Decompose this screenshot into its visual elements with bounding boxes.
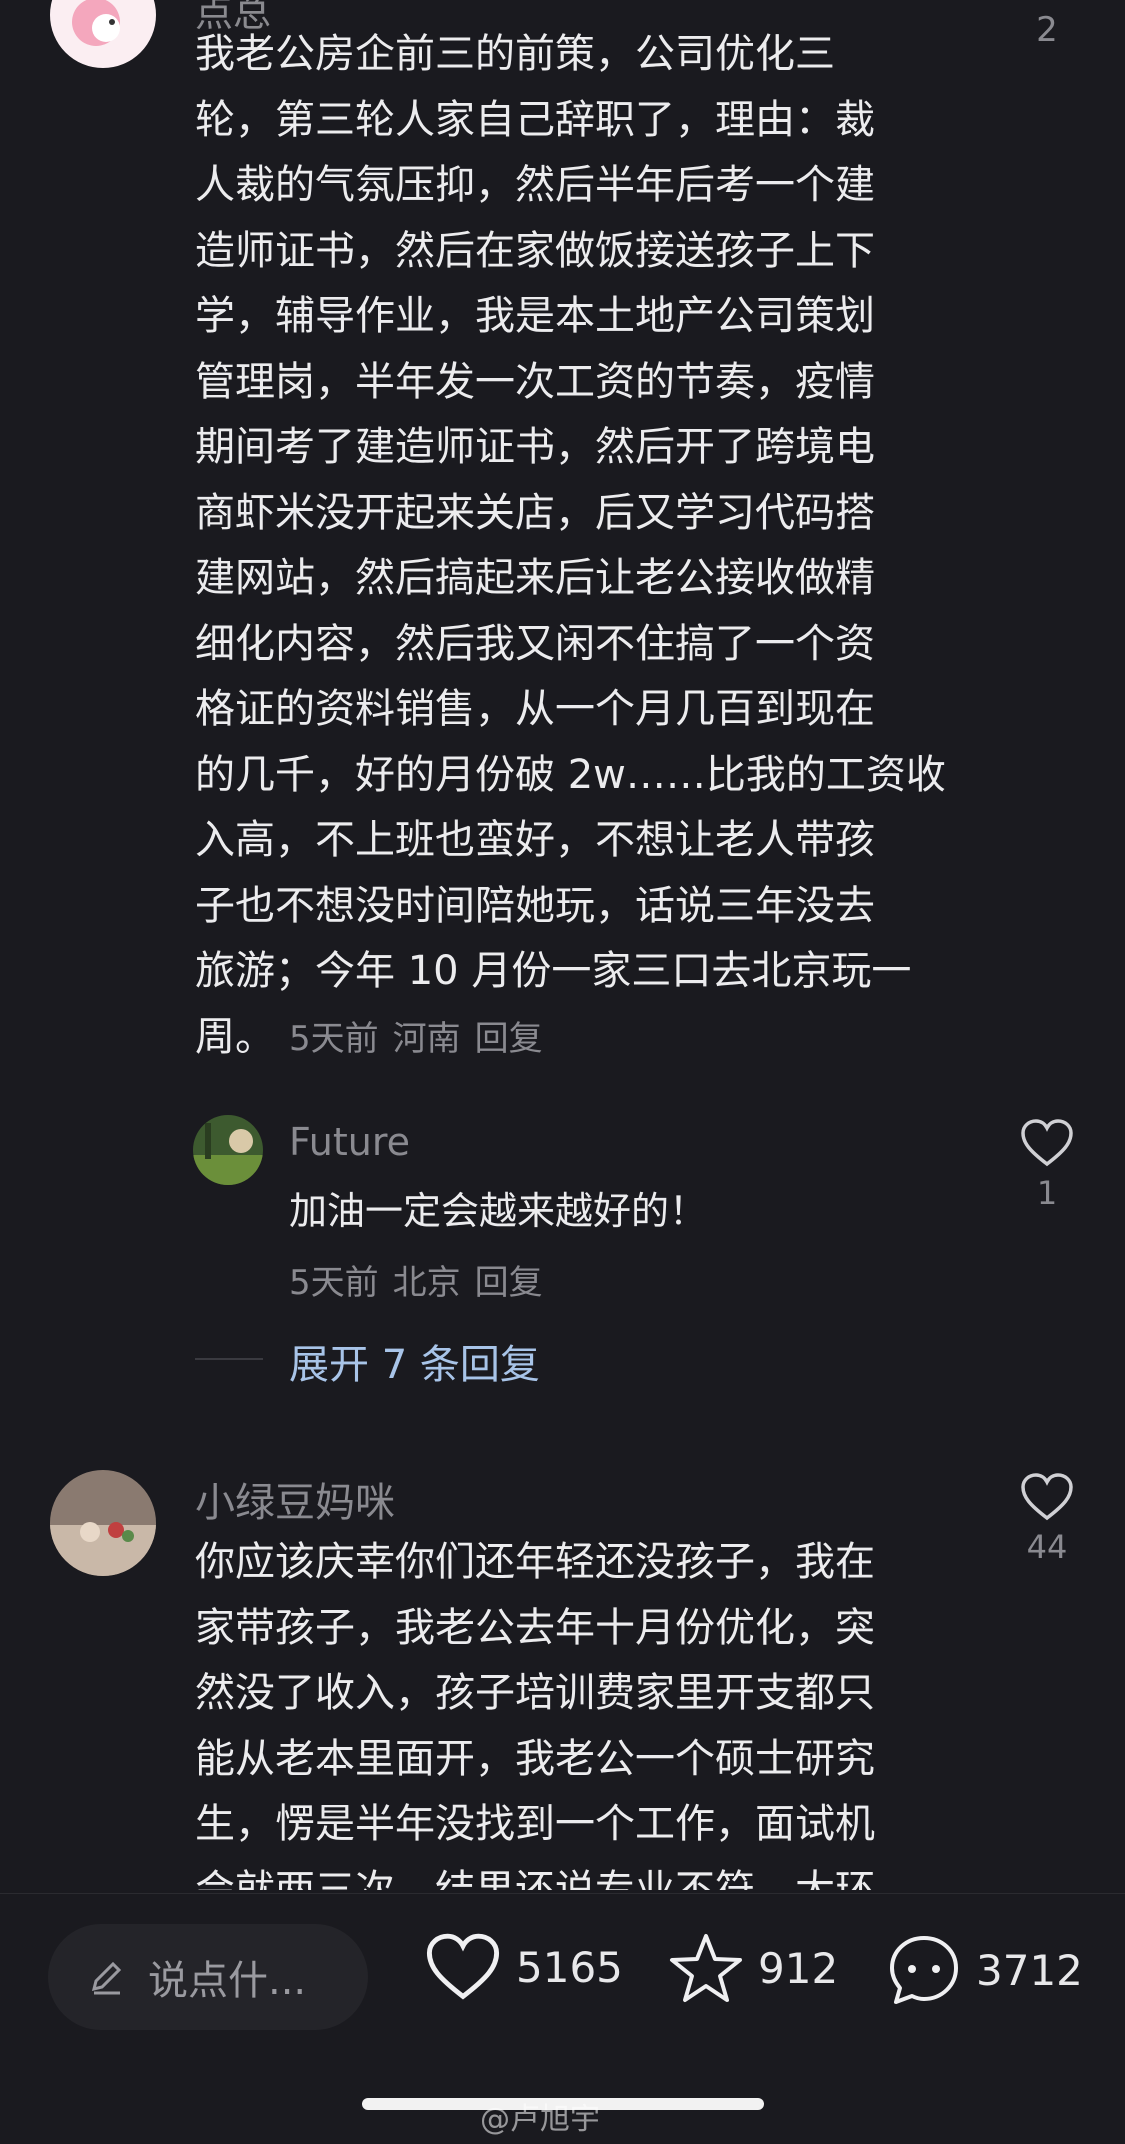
comment-2-line: 生，愣是半年没找到一个工作，面试机 — [195, 1801, 875, 1847]
comment-1-last-line: 周。 5天前 河南 回复 — [195, 1005, 975, 1073]
comment-1-line: 周。 — [195, 1013, 275, 1060]
comment-2-line: 能从老本里面开，我老公一个硕士研究 — [195, 1735, 875, 1782]
comment-2-line: 然没了收入，孩子培训费家里开支都只 — [195, 1670, 875, 1716]
comment-1-line: 人裁的气氛压抑，然后半年后考一个建 — [195, 162, 875, 208]
chevron-down-icon[interactable] — [1030, 0, 1064, 4]
comment-2-like-count: 44 — [1026, 1528, 1068, 1566]
expand-divider — [195, 1358, 263, 1360]
comment-2-line: 会就两三次，结果还说专业不符，大环 — [195, 1866, 875, 1891]
expand-replies-link[interactable]: 展开 7 条回复 — [289, 1332, 540, 1390]
favorite-button[interactable]: 912 — [668, 1932, 838, 2004]
comment-1-line: 学，辅导作业，我是本土地产公司策划 — [195, 293, 875, 339]
comment-1-line: 子也不想没时间陪她玩，话说三年没去 — [195, 882, 875, 929]
star-icon — [670, 1934, 742, 2002]
comments-button[interactable]: 3712 — [886, 1932, 1083, 2008]
comment-1-line: 期间考了建造师证书，然后开了跨境电 — [195, 424, 875, 470]
reply-meta: 5天前 北京 回复 — [289, 1255, 557, 1304]
reply-author-name[interactable]: Future — [289, 1120, 410, 1164]
comment-1-line: 格证的资料销售，从一个月几百到现在 — [195, 686, 875, 732]
comment-1-like-count: 2 — [1036, 10, 1058, 50]
reply-like[interactable]: 1 — [1007, 1118, 1087, 1212]
reply-time: 5天前 — [289, 1263, 379, 1303]
comment-1-text: 我老公房企前三的前策，公司优化三 轮，第三轮人家自己辞职了，理由：裁 人裁的气氛压抑… — [195, 22, 975, 1072]
reply-like-count: 1 — [1036, 1174, 1058, 1212]
comment-input[interactable]: 说点什... — [48, 1924, 368, 2030]
avatar-future[interactable] — [193, 1115, 263, 1185]
comment-2-like[interactable]: 44 — [1007, 1472, 1087, 1566]
avatar-commenter-1[interactable] — [50, 0, 156, 68]
avatar-commenter-2[interactable] — [50, 1470, 156, 1576]
comment-1-line: 旅游；今年 10 月份一家三口去北京玩一 — [195, 948, 912, 994]
comment-1-line: 造师证书，然后在家做饭接送孩子上下 — [195, 227, 875, 274]
comment-1-time: 5天前 — [289, 1018, 379, 1059]
comment-1-location: 河南 — [392, 1018, 461, 1059]
heart-icon[interactable] — [1020, 1472, 1074, 1522]
comment-1-line: 建网站，然后搞起来后让老公接收做精 — [195, 555, 875, 601]
comments-count: 3712 — [976, 1945, 1083, 1995]
reply-location: 北京 — [392, 1263, 461, 1303]
like-count: 5165 — [516, 1942, 623, 1992]
edit-pencil-icon — [91, 1961, 122, 1995]
comment-1-line: 商虾米没开起来关店，后又学习代码搭 — [195, 489, 875, 536]
commenter-2-name[interactable]: 小绿豆妈咪 — [195, 1470, 395, 1528]
comment-input-placeholder: 说点什... — [148, 1958, 307, 2004]
like-button[interactable]: 5165 — [424, 1932, 623, 2002]
comment-1-line: 细化内容，然后我又闲不住搞了一个资 — [195, 620, 875, 667]
comment-1-line: 管理岗，半年发一次工资的节奏，疫情 — [195, 358, 875, 405]
comment-1-line: 轮，第三轮人家自己辞职了，理由：裁 — [195, 96, 875, 143]
comment-2-line: 家带孩子，我老公去年十月份优化，突 — [195, 1604, 875, 1651]
comment-1-line: 入高，不上班也蛮好，不想让老人带孩 — [195, 817, 875, 863]
comment-bubble-icon — [890, 1936, 958, 2004]
comment-1-meta: 5天前 河南 回复 — [289, 1019, 557, 1059]
reply-text: 加油一定会越来越好的！ — [289, 1189, 708, 1233]
favorite-count: 912 — [758, 1943, 839, 1993]
comment-1-line: 的几千，好的月份破 2w……比我的工资收 — [195, 751, 946, 798]
heart-icon[interactable] — [1020, 1118, 1074, 1168]
comment-1-like[interactable]: 2 — [1007, 0, 1087, 50]
comment-1-reply-button[interactable]: 回复 — [475, 1019, 543, 1059]
comment-1-line: 我老公房企前三的前策，公司优化三 — [195, 31, 835, 77]
heart-icon — [426, 1933, 500, 2000]
comment-2-line: 你应该庆幸你们还年轻还没孩子，我在 — [195, 1539, 875, 1585]
comment-2-text: 你应该庆幸你们还年轻还没孩子，我在 家带孩子，我老公去年十月份优化，突 然没了收入，… — [195, 1530, 975, 1890]
reply-reply-button[interactable]: 回复 — [475, 1263, 543, 1303]
weibo-watermark: @卢旭宇 — [480, 2102, 600, 2137]
